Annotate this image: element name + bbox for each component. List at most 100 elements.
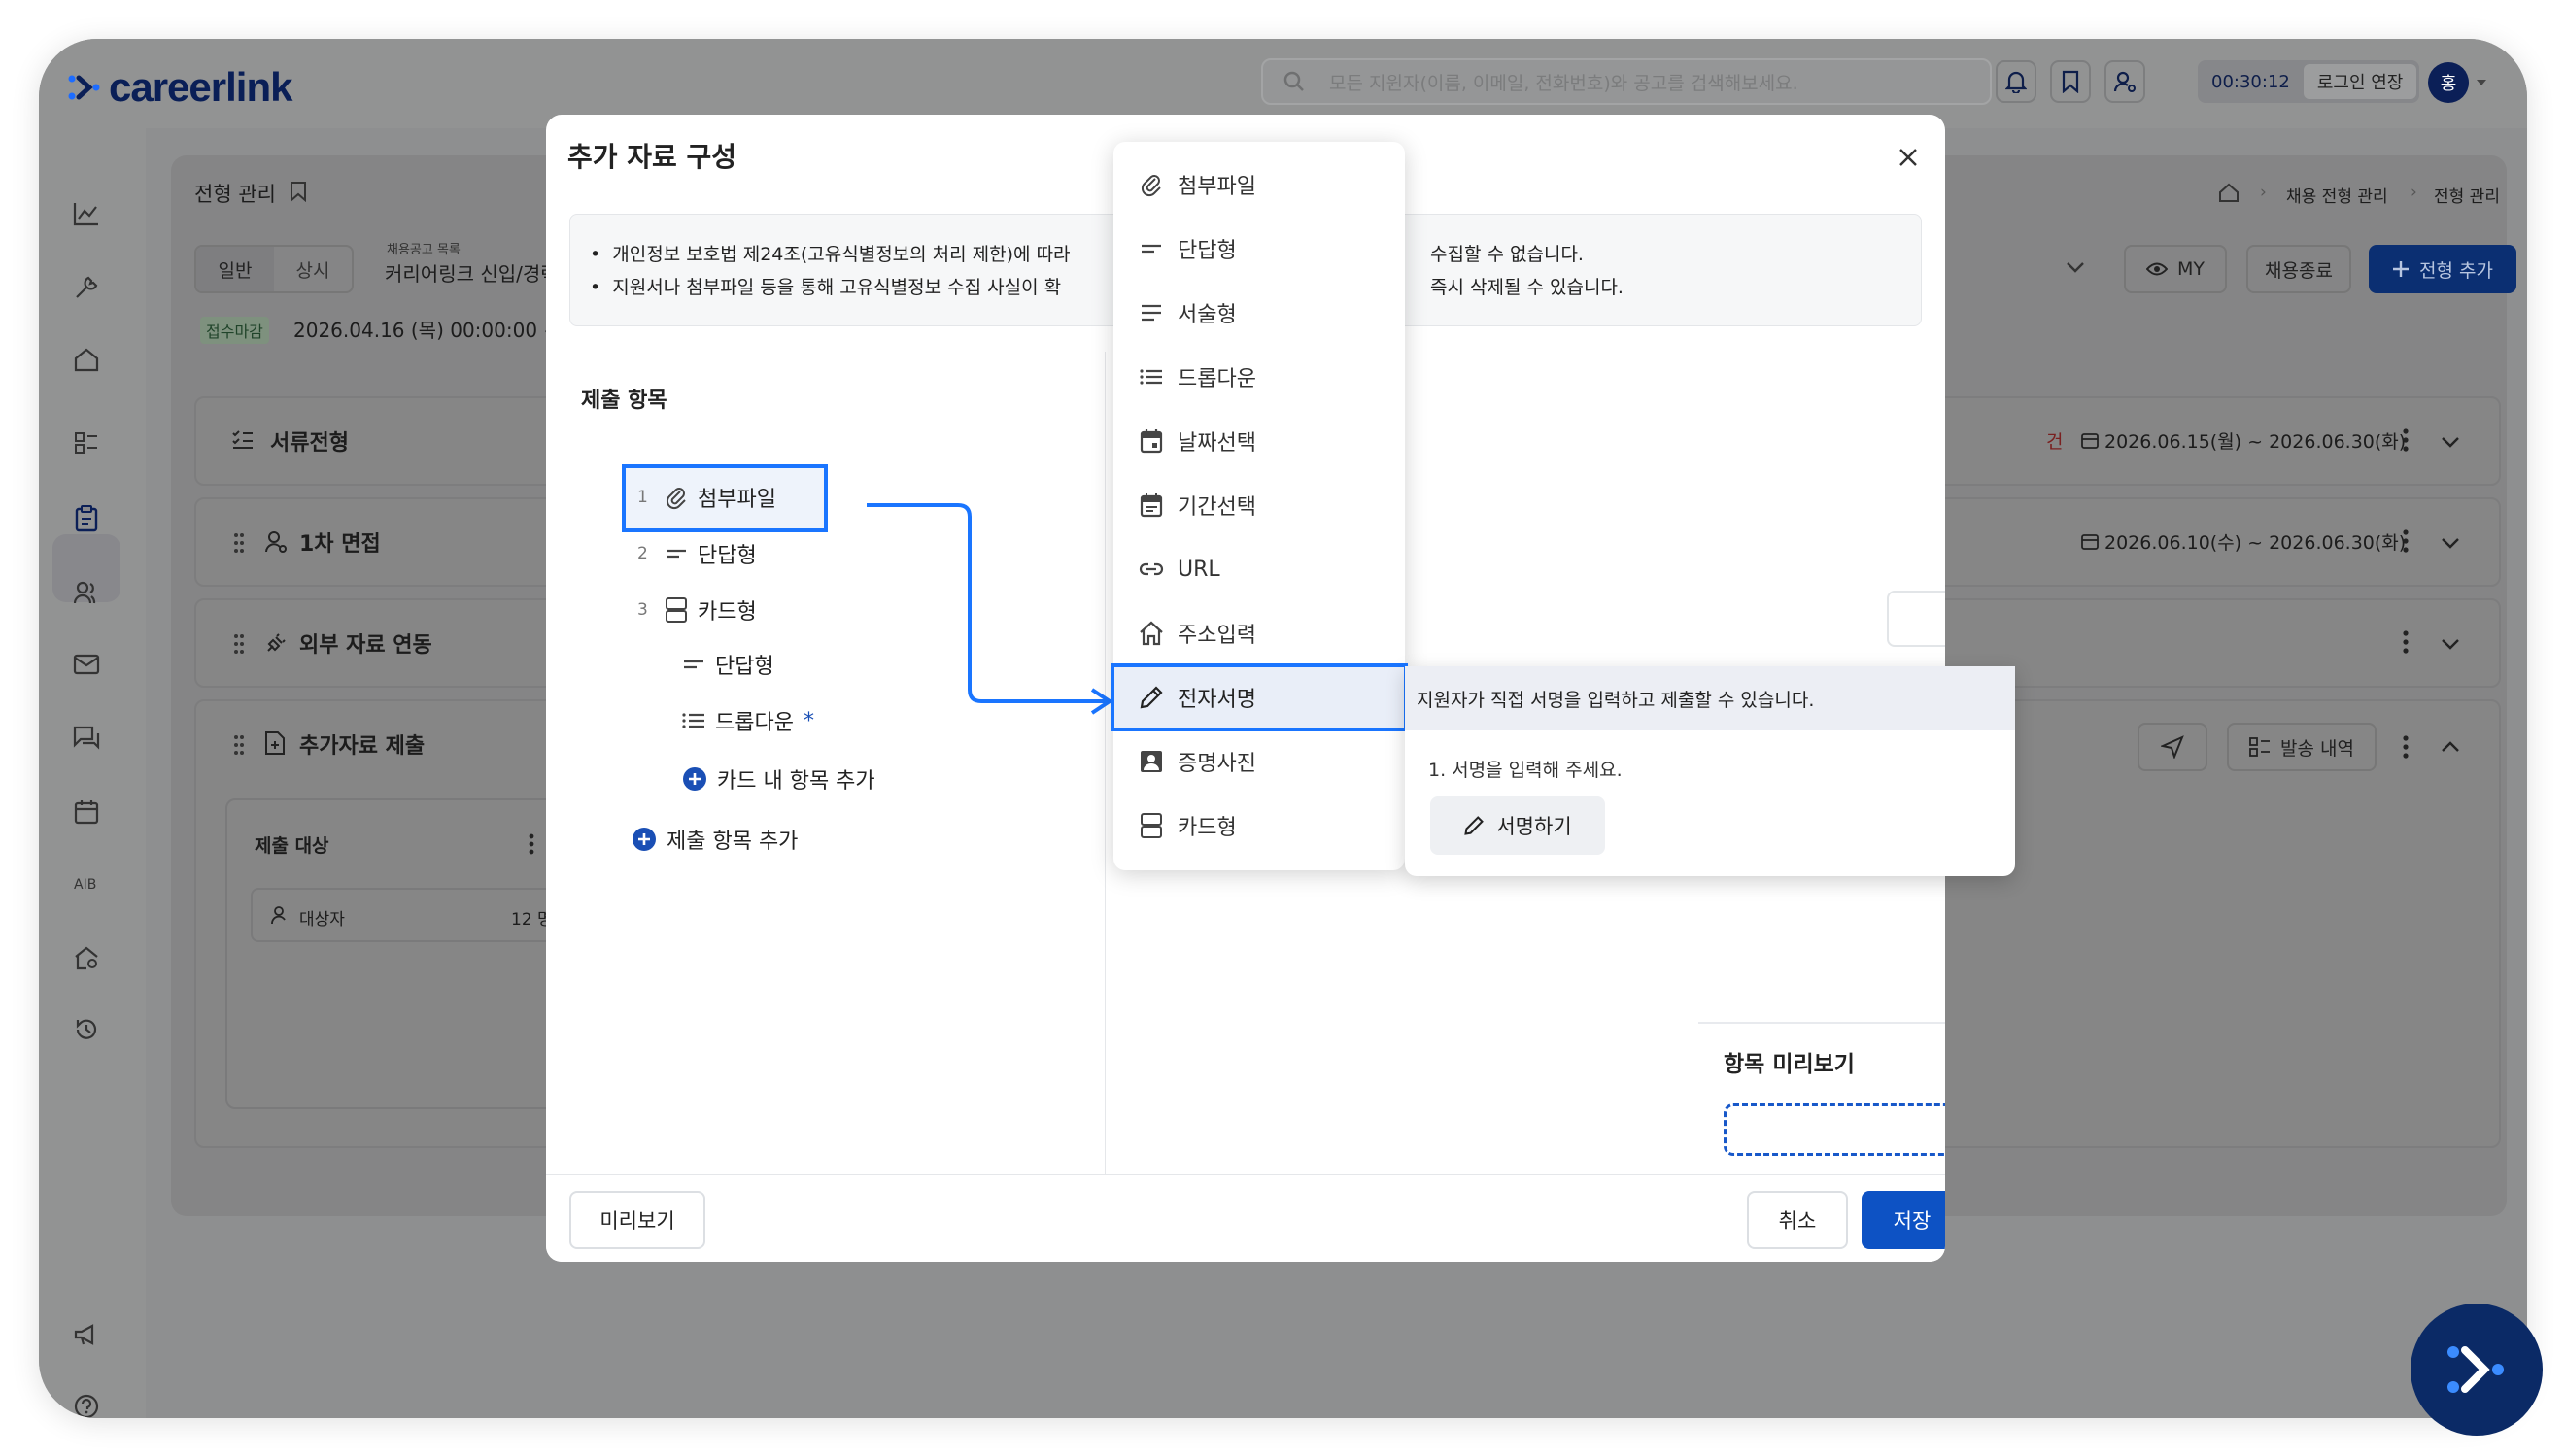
sidebar: AIB bbox=[39, 128, 146, 1418]
menu-item-address[interactable]: 주소입력 bbox=[1139, 604, 1256, 662]
tree-item[interactable]: 1 첨부파일 bbox=[637, 482, 776, 513]
sidebar-item-home[interactable] bbox=[67, 340, 106, 379]
notice-line-end: 수집할 수 없습니다. bbox=[1430, 244, 1584, 265]
global-search-input[interactable]: 모든 지원자(이름, 이메일, 전화번호)와 공고를 검색해보세요. bbox=[1261, 58, 1992, 105]
sidebar-item-tools[interactable] bbox=[67, 268, 106, 307]
kebab-menu-icon[interactable] bbox=[2402, 734, 2410, 760]
close-button[interactable] bbox=[1889, 138, 1928, 177]
search-icon bbox=[1283, 71, 1304, 91]
notification-button[interactable] bbox=[1996, 60, 2036, 103]
document-add-icon bbox=[265, 731, 285, 755]
megaphone-icon bbox=[74, 1324, 94, 1345]
menu-item-label: 주소입력 bbox=[1178, 624, 1256, 648]
menu-item-date[interactable]: 날짜선택 bbox=[1139, 412, 1256, 470]
avatar[interactable]: 홍 bbox=[2428, 62, 2469, 103]
close-hiring-button[interactable]: 채용종료 bbox=[2246, 245, 2351, 293]
sign-button[interactable]: 서명하기 bbox=[1430, 796, 1605, 855]
checklist-icon bbox=[232, 430, 253, 449]
chevron-down-icon[interactable] bbox=[2441, 435, 2460, 449]
menu-item-id-photo[interactable]: 증명사진 bbox=[1139, 732, 1256, 791]
menu-item-url[interactable]: URL bbox=[1139, 540, 1220, 598]
drag-handle-icon[interactable] bbox=[233, 532, 245, 554]
sidebar-item-ab-test[interactable]: AIB bbox=[67, 864, 106, 903]
kebab-menu-icon[interactable] bbox=[2402, 528, 2410, 554]
send-button[interactable] bbox=[2138, 723, 2207, 771]
sidebar-item-mail[interactable] bbox=[67, 645, 106, 684]
sidebar-item-dashboard[interactable] bbox=[67, 194, 106, 233]
timer-value: 00:30:12 bbox=[2211, 71, 2290, 92]
caret-down-icon[interactable] bbox=[2476, 78, 2487, 87]
bookmark-icon[interactable] bbox=[290, 181, 307, 202]
user-icon bbox=[271, 906, 286, 925]
add-item-button[interactable]: 제출 항목 추가 bbox=[632, 824, 798, 855]
bookmark-button[interactable] bbox=[2050, 60, 2091, 103]
menu-item-dropdown[interactable]: 드롭다운 bbox=[1139, 348, 1256, 406]
chevron-up-icon[interactable] bbox=[2441, 740, 2460, 754]
target-row[interactable]: 대상자 12 명 bbox=[251, 888, 571, 942]
tab-always[interactable]: 상시 bbox=[274, 247, 352, 291]
sidebar-item-people[interactable] bbox=[67, 573, 106, 612]
modal-footer: 미리보기 취소 저장 bbox=[546, 1174, 1945, 1262]
chevron-down-icon[interactable] bbox=[2441, 536, 2460, 550]
tab-general[interactable]: 일반 bbox=[196, 247, 274, 291]
breadcrumb-item[interactable]: 전형 관리 bbox=[2434, 183, 2500, 207]
careerlink-logo[interactable]: careerlink bbox=[68, 64, 292, 111]
status-badge: 접수마감 bbox=[200, 317, 269, 344]
sidebar-item-announcements[interactable] bbox=[67, 1315, 106, 1354]
sidebar-item-calendar[interactable] bbox=[67, 793, 106, 831]
paperclip-icon bbox=[666, 488, 686, 510]
drag-handle-icon[interactable] bbox=[233, 734, 245, 756]
menu-item-short-answer[interactable]: 단답형 bbox=[1139, 220, 1237, 278]
users-icon bbox=[73, 581, 96, 604]
stage-date: 2026.06.10(수) ~ 2026.06.30(화) bbox=[2104, 532, 2407, 554]
extend-login-button[interactable]: 로그인 연장 bbox=[2303, 64, 2417, 99]
sidebar-item-history[interactable] bbox=[67, 1010, 106, 1049]
drag-handle-icon[interactable] bbox=[233, 633, 245, 655]
tree-subitem[interactable]: 단답형 bbox=[682, 649, 774, 680]
assistant-fab[interactable] bbox=[2411, 1304, 2543, 1436]
user-settings-button[interactable] bbox=[2104, 60, 2145, 103]
tree-subitem[interactable]: 드롭다운 * bbox=[682, 705, 814, 736]
stage-label: 추가자료 제출 bbox=[299, 734, 426, 759]
save-button[interactable]: 저장 bbox=[1862, 1191, 1945, 1249]
kebab-menu-icon[interactable] bbox=[2402, 629, 2410, 655]
sidebar-item-stages[interactable] bbox=[67, 499, 106, 538]
send-icon bbox=[2161, 735, 2184, 759]
sidebar-item-board[interactable] bbox=[67, 423, 106, 462]
brand-name: careerlink bbox=[109, 64, 292, 110]
home-icon[interactable] bbox=[2218, 183, 2240, 202]
pen-icon bbox=[1140, 686, 1163, 709]
target-panel: 제출 대상 대상자 12 명 bbox=[225, 798, 573, 1109]
menu-item-label: 서술형 bbox=[1178, 303, 1237, 327]
sidebar-item-home-settings[interactable] bbox=[67, 938, 106, 977]
menu-item-label: 날짜선택 bbox=[1178, 431, 1256, 456]
menu-item-attachment[interactable]: 첨부파일 bbox=[1139, 155, 1256, 214]
sidebar-item-help[interactable] bbox=[67, 1387, 106, 1418]
send-history-button[interactable]: 발송 내역 bbox=[2227, 723, 2377, 771]
send-history-label: 발송 내역 bbox=[2280, 737, 2354, 760]
kebab-menu-icon[interactable] bbox=[2402, 427, 2410, 453]
mail-icon bbox=[73, 654, 100, 675]
menu-item-date-range[interactable]: 기간선택 bbox=[1139, 476, 1256, 534]
my-filter-button[interactable]: MY bbox=[2124, 245, 2227, 293]
tree-item[interactable]: 2 단답형 bbox=[637, 538, 757, 569]
sidebar-item-chat[interactable] bbox=[67, 719, 106, 758]
add-stage-button[interactable]: 전형 추가 bbox=[2369, 245, 2516, 293]
menu-item-e-signature[interactable]: 전자서명 bbox=[1139, 668, 1256, 727]
cancel-button[interactable]: 취소 bbox=[1747, 1191, 1848, 1249]
breadcrumb-item[interactable]: 채용 전형 관리 bbox=[2286, 183, 2388, 207]
stage-label: 외부 자료 연동 bbox=[299, 633, 432, 658]
kebab-menu-icon[interactable] bbox=[529, 833, 534, 855]
sign-button-label: 서명하기 bbox=[1496, 815, 1572, 838]
menu-item-long-answer[interactable]: 서술형 bbox=[1139, 284, 1237, 342]
menu-item-card[interactable]: 카드형 bbox=[1139, 796, 1237, 855]
add-stage-label: 전형 추가 bbox=[2419, 259, 2493, 282]
preview-button[interactable]: 미리보기 bbox=[569, 1191, 705, 1249]
chevron-down-icon[interactable] bbox=[2066, 260, 2085, 274]
title-input[interactable] bbox=[1887, 591, 1945, 647]
card-icon bbox=[666, 597, 687, 623]
tree-item[interactable]: 3 카드형 bbox=[637, 594, 757, 626]
tree-item-label: 단답형 bbox=[698, 544, 757, 568]
add-in-card-button[interactable]: 카드 내 항목 추가 bbox=[682, 763, 875, 795]
chevron-down-icon[interactable] bbox=[2441, 637, 2460, 651]
